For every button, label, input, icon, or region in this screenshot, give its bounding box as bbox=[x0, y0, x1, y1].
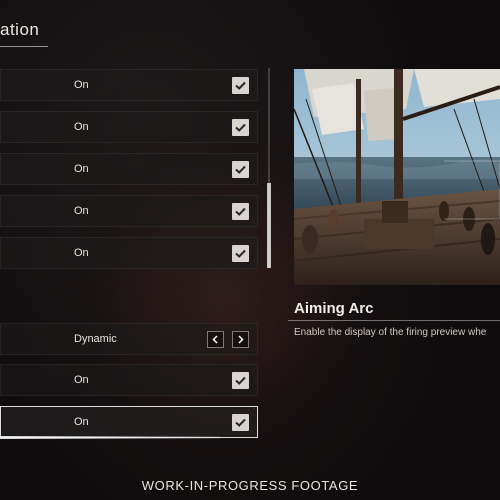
setting-row-7[interactable]: On bbox=[0, 364, 258, 396]
check-icon[interactable] bbox=[232, 414, 249, 431]
setting-value: On bbox=[74, 374, 89, 386]
scrollbar-thumb[interactable] bbox=[267, 183, 271, 268]
check-icon[interactable] bbox=[232, 372, 249, 389]
setting-row-5[interactable]: On bbox=[0, 237, 258, 269]
setting-value: On bbox=[74, 247, 89, 259]
setting-value: On bbox=[74, 163, 89, 175]
setting-row-6[interactable]: Dynamic bbox=[0, 323, 258, 355]
setting-row-8-selected[interactable]: On bbox=[0, 406, 258, 438]
preview-title: Aiming Arc bbox=[294, 300, 374, 317]
setting-row-1[interactable]: On bbox=[0, 69, 258, 101]
setting-value: On bbox=[74, 79, 89, 91]
preview-image bbox=[294, 69, 500, 285]
setting-row-3[interactable]: On bbox=[0, 153, 258, 185]
setting-row-2[interactable]: On bbox=[0, 111, 258, 143]
footer-watermark: WORK-IN-PROGRESS FOOTAGE bbox=[141, 478, 359, 493]
setting-row-4[interactable]: On bbox=[0, 195, 258, 227]
setting-value: Dynamic bbox=[74, 333, 117, 345]
check-icon[interactable] bbox=[232, 245, 249, 262]
selection-glow bbox=[0, 436, 220, 439]
chevron-right-icon[interactable] bbox=[232, 331, 249, 348]
settings-screen: ation On On On On On Dynamic On On Aimin… bbox=[0, 0, 500, 500]
preview-divider bbox=[288, 320, 500, 321]
check-icon[interactable] bbox=[232, 203, 249, 220]
setting-value: On bbox=[74, 416, 89, 428]
setting-value: On bbox=[74, 205, 89, 217]
check-icon[interactable] bbox=[232, 119, 249, 136]
check-icon[interactable] bbox=[232, 161, 249, 178]
check-icon[interactable] bbox=[232, 77, 249, 94]
chevron-left-icon[interactable] bbox=[207, 331, 224, 348]
settings-list: On On On On On Dynamic On On bbox=[0, 0, 270, 500]
preview-description: Enable the display of the firing preview… bbox=[294, 327, 487, 338]
setting-value: On bbox=[74, 121, 89, 133]
